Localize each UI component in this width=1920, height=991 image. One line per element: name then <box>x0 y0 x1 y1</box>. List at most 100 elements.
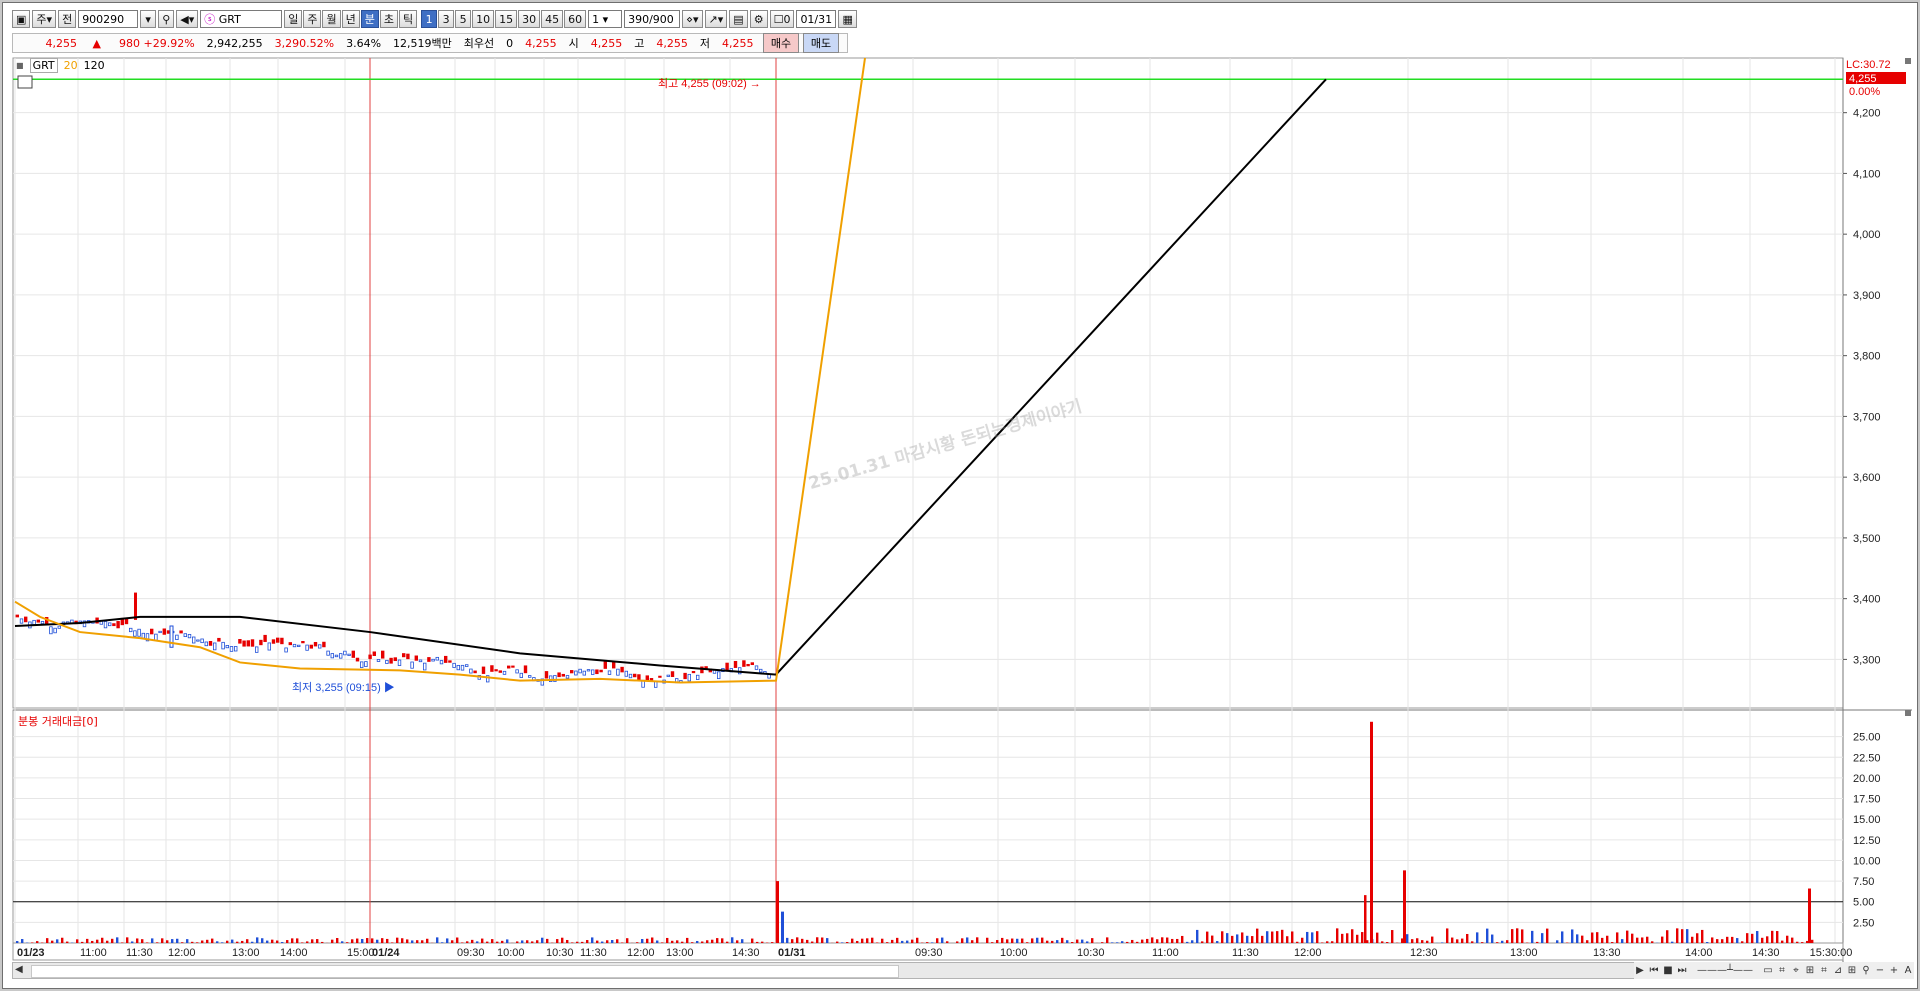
volume-bar <box>1791 937 1794 943</box>
candle <box>309 644 313 649</box>
stop-icon[interactable]: ■ <box>1662 965 1674 976</box>
tool-g-icon[interactable]: ⊞ <box>1846 965 1858 976</box>
volume-bar <box>1556 940 1559 943</box>
candle <box>137 628 141 637</box>
volume-bar-notable <box>781 911 784 943</box>
volume-bar <box>566 939 569 943</box>
panel-icon <box>1905 710 1911 716</box>
volume-bar <box>961 938 964 943</box>
volume-bar <box>261 938 264 943</box>
volume-bar <box>1651 941 1654 943</box>
volume-bar <box>1136 941 1139 943</box>
candle <box>649 678 654 681</box>
zoom-icon[interactable]: ⚲ <box>1860 965 1872 976</box>
volume-bar <box>361 939 364 943</box>
candle <box>372 651 376 656</box>
candle <box>183 633 187 638</box>
volume-bar <box>1221 931 1224 943</box>
candle <box>666 674 670 677</box>
candle <box>305 644 309 651</box>
volume-bar <box>1731 936 1734 943</box>
volume-bar <box>1056 940 1059 943</box>
x-tick-label: 10:00 <box>497 947 525 959</box>
tool-b-icon[interactable]: ⌗ <box>1776 965 1788 976</box>
legend-ma20[interactable]: 20 <box>64 59 78 72</box>
volume-bar <box>1041 937 1044 943</box>
tool-a-icon[interactable]: ▭ <box>1762 965 1774 976</box>
scroll-right-icon[interactable]: ▶ <box>1634 965 1646 976</box>
volume-bar <box>1351 929 1354 943</box>
volume-bar <box>1716 939 1719 943</box>
scroll-thumb[interactable] <box>31 965 899 978</box>
volume-bar <box>356 938 359 943</box>
candle <box>401 653 406 658</box>
volume-bar <box>1481 942 1484 943</box>
candle <box>460 664 465 671</box>
legend-ma120[interactable]: 120 <box>84 59 105 72</box>
volume-bar <box>31 942 34 943</box>
volume-bar <box>291 938 294 943</box>
tool-f-icon[interactable]: ⊿ <box>1832 965 1844 976</box>
x-tick-label: 14:30 <box>732 947 760 959</box>
volume-panel-label[interactable]: 분봉 거래대금[0] <box>18 713 98 729</box>
volume-bar <box>1406 934 1409 943</box>
volume-bar <box>936 938 939 943</box>
volume-bar <box>1286 936 1289 943</box>
volume-bar <box>681 941 684 943</box>
y-tick-label: 3,800 <box>1853 351 1881 363</box>
volume-bar <box>236 941 239 943</box>
volume-bar <box>1466 933 1469 943</box>
scroll-left-icon[interactable]: ◀ <box>15 964 23 975</box>
volume-bar <box>1101 942 1104 943</box>
volume-bar <box>526 940 529 943</box>
volume-bar <box>1686 929 1689 943</box>
volume-bar <box>931 942 934 943</box>
candle <box>544 671 549 679</box>
volume-bar <box>1391 930 1394 943</box>
volume-bar <box>821 937 824 943</box>
price-chart[interactable]: 4,200 4,100 4,000 3,900 3,800 3,700 3,600 3,500… <box>0 0 1920 991</box>
forward-icon[interactable]: ⏭ <box>1676 965 1688 976</box>
volume-bar <box>1386 942 1389 943</box>
volume-bar <box>1726 936 1729 943</box>
tool-e-icon[interactable]: ⌗ <box>1818 965 1830 976</box>
font-icon[interactable]: A <box>1902 965 1914 976</box>
candle <box>591 669 595 675</box>
candle <box>40 620 45 625</box>
volume-bar <box>246 939 249 943</box>
candle <box>364 661 368 668</box>
candle <box>683 672 687 680</box>
volume-bar <box>481 938 484 943</box>
volume-bar <box>891 939 894 943</box>
candle <box>393 657 397 662</box>
speed-slider[interactable]: ———┴—— <box>1690 965 1760 976</box>
candle <box>498 670 502 673</box>
legend-stock-name[interactable]: GRT <box>29 58 58 73</box>
volume-bar <box>1641 937 1644 943</box>
volume-bar <box>1256 928 1259 943</box>
tool-c-icon[interactable]: ⌖ <box>1790 965 1802 976</box>
volume-bar <box>926 942 929 943</box>
volume-bar <box>251 941 254 943</box>
rewind-icon[interactable]: ⏮ <box>1648 965 1660 976</box>
volume-bar <box>556 939 559 943</box>
volume-bar <box>1151 937 1154 943</box>
volume-bar <box>486 941 489 943</box>
volume-bar <box>876 942 879 943</box>
candle <box>557 672 561 678</box>
volume-bar <box>241 940 244 943</box>
candle <box>427 657 431 662</box>
candle <box>271 639 276 644</box>
tool-d-icon[interactable]: ⊞ <box>1804 965 1816 976</box>
volume-bar <box>801 938 804 943</box>
volume-bar <box>1176 938 1179 943</box>
volume-bar <box>141 939 144 943</box>
zoom-out-icon[interactable]: − <box>1874 965 1886 976</box>
horizontal-scrollbar[interactable]: ◀ <box>12 962 1910 979</box>
volume-bar <box>651 937 654 943</box>
volume-bar <box>646 938 649 943</box>
volume-bar <box>911 939 914 943</box>
candle <box>561 673 565 677</box>
zoom-in-icon[interactable]: + <box>1888 965 1900 976</box>
volume-bar-notable <box>1403 870 1406 943</box>
